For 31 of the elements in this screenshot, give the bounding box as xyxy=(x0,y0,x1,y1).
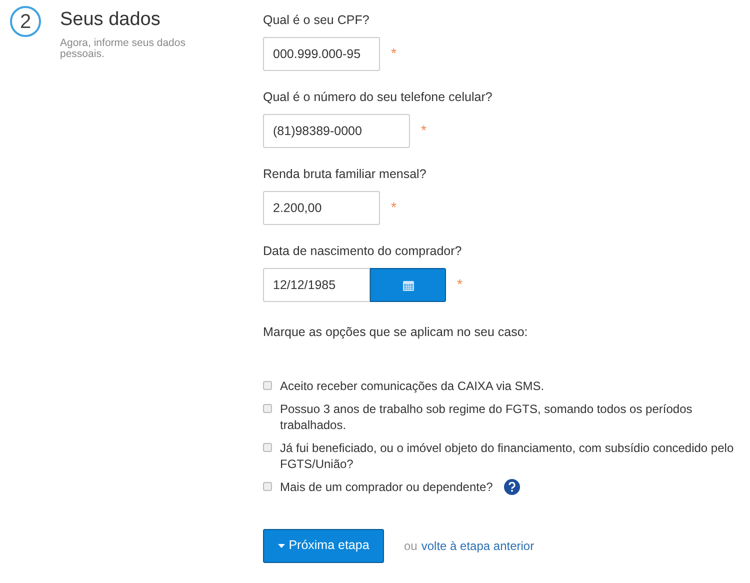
option-label: Possuo 3 anos de trabalho sob regime do FGTS, somando todos os períodos trabalhados. xyxy=(280,400,694,433)
previous-step-link[interactable]: volte à etapa anterior xyxy=(421,536,534,555)
required-asterisk: * xyxy=(391,198,396,217)
text-field[interactable]: 2.200,00 xyxy=(263,191,380,225)
field-label: Data de nascimento do comprador? xyxy=(263,244,463,259)
required-asterisk: * xyxy=(457,275,462,294)
text-field[interactable]: (81)98389-0000 xyxy=(263,114,410,148)
checkbox[interactable] xyxy=(263,442,272,452)
checkbox[interactable] xyxy=(263,380,272,390)
required-asterisk: * xyxy=(391,44,396,63)
section-title: Seus dados xyxy=(60,8,162,32)
step-number: 2 xyxy=(10,6,41,37)
calendar-button[interactable] xyxy=(370,268,446,302)
caret-icon xyxy=(278,544,285,548)
checkbox[interactable] xyxy=(263,404,272,413)
date-field[interactable]: 12/12/1985 xyxy=(263,268,370,302)
help-icon[interactable] xyxy=(504,478,520,495)
or-text: ou xyxy=(404,538,418,555)
required-asterisk: * xyxy=(421,121,426,140)
field-label: Qual é o número do seu telefone celular? xyxy=(263,90,494,105)
options-prompt: Marque as opções que se aplicam no seu caso: xyxy=(263,324,529,341)
field-label: Qual é o seu CPF? xyxy=(263,13,370,28)
section-description: Agora, informe seus dados pessoais. xyxy=(60,38,186,60)
option-label: Mais de um comprador ou dependente? xyxy=(280,478,493,495)
checkbox[interactable] xyxy=(263,482,272,491)
next-step-button[interactable]: Próxima etapa xyxy=(263,528,384,563)
text-field[interactable]: 000.999.000-95 xyxy=(263,37,380,71)
calendar-icon xyxy=(402,280,414,290)
option-label: Já fui beneficiado, ou o imóvel objeto do financiamento, com subsídio concedido pelo FGTS/União? xyxy=(280,440,735,472)
field-label: Renda bruta familiar mensal? xyxy=(263,167,428,182)
option-label: Aceito receber comunicações da CAIXA via SMS. xyxy=(280,378,544,394)
